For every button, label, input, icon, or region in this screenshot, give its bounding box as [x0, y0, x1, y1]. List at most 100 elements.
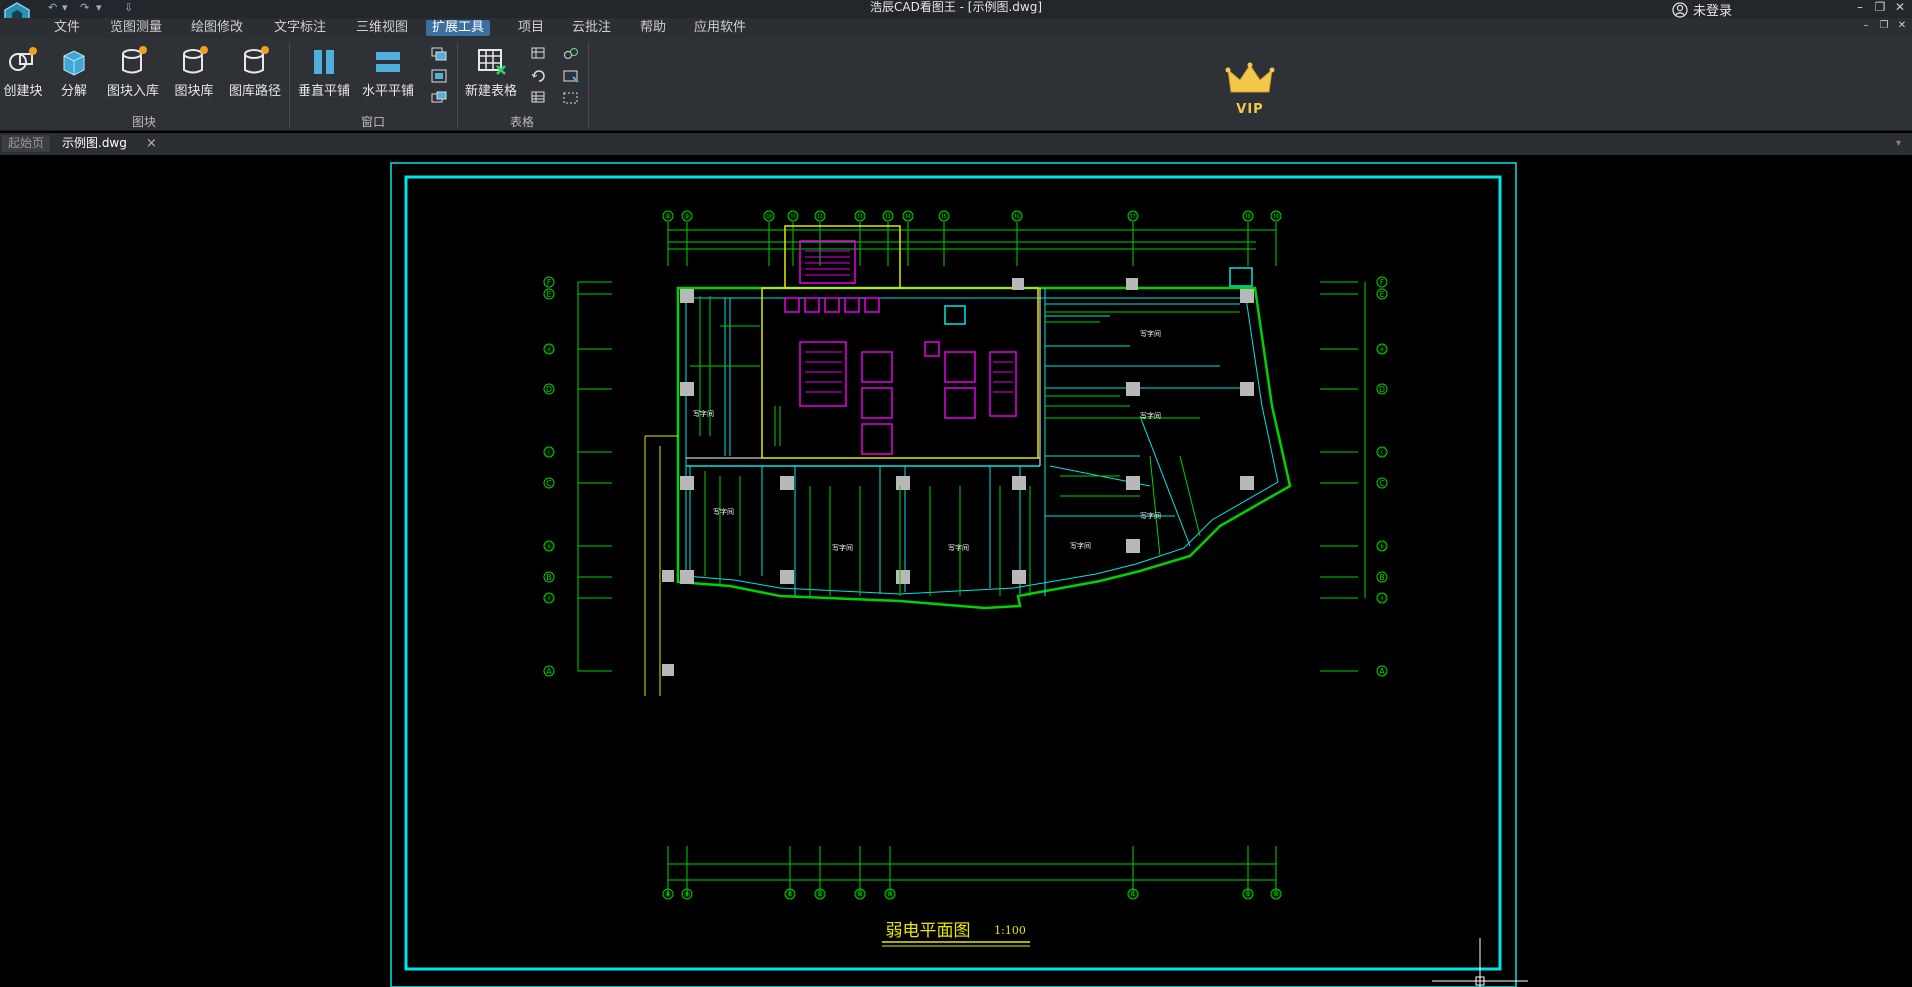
menu-file[interactable]: 文件: [48, 20, 86, 36]
svg-text:C: C: [546, 479, 552, 488]
menu-project[interactable]: 项目: [512, 20, 550, 36]
menu-view-measure[interactable]: 览图测量: [104, 20, 168, 36]
menu-3d-view[interactable]: 三维视图: [350, 20, 414, 36]
close-button[interactable]: ✕: [1890, 0, 1910, 14]
block-to-library-button[interactable]: 图块入库: [104, 44, 162, 99]
svg-text:⑪: ⑪: [786, 890, 794, 899]
tab-close-icon[interactable]: ×: [140, 135, 163, 152]
cursor-crosshair: [1432, 938, 1528, 987]
inner-frame: [404, 175, 1502, 971]
left-axis-bubbles: [543, 276, 555, 677]
create-block-button[interactable]: 创建块: [2, 44, 44, 99]
explode-label: 分解: [60, 84, 87, 99]
drawing-canvas[interactable]: 写字间 写字间 写字间 写字间 写字间 写字间 写字间 写字间 ⑧ ⑨ ⑩ ⑪ ⑫ ⑬…: [0, 156, 1912, 987]
svg-text:ⓐ: ⓐ: [545, 594, 553, 603]
vip-badge[interactable]: VIP: [1225, 62, 1275, 122]
menu-cloud-annotation[interactable]: 云批注: [566, 20, 617, 36]
svg-text:C: C: [1379, 479, 1385, 488]
svg-text:ⓒ: ⓒ: [1378, 448, 1386, 457]
restore-button[interactable]: ❐: [1870, 0, 1890, 14]
block-library-label: 图块库: [174, 84, 214, 99]
left-axis-labels: FE ⓓ D ⓒ C ⓑ B ⓐ A: [545, 278, 553, 676]
svg-text:⑬: ⑬: [856, 890, 864, 899]
menu-text-dimension[interactable]: 文字标注: [268, 20, 332, 36]
right-axis-labels: FE ⓓ D ⓒ C ⓑ B ⓐ A: [1378, 278, 1386, 676]
svg-text:ⓑ: ⓑ: [545, 542, 553, 551]
tile-horizontal-icon: [376, 52, 400, 72]
svg-text:B: B: [1379, 573, 1385, 582]
ribbon-separator: [588, 42, 589, 128]
block-to-library-icon: [122, 46, 147, 74]
new-table-label: 新建表格: [464, 84, 517, 99]
menu-apps[interactable]: 应用软件: [688, 20, 752, 36]
window-group-label: 窗口: [360, 115, 385, 129]
tile-horizontal-button[interactable]: 水平平铺: [360, 44, 416, 99]
crown-icon: [1225, 62, 1275, 93]
tile-vertical-button[interactable]: 垂直平铺: [296, 44, 352, 99]
switch-windows-icon[interactable]: [430, 90, 448, 106]
tab-example-dwg[interactable]: 示例图.dwg: [56, 135, 133, 152]
svg-text:E: E: [1379, 290, 1384, 299]
table-region-icon[interactable]: [562, 90, 580, 106]
drawing-scale: 1:100: [994, 924, 1026, 937]
block-library-button[interactable]: 图块库: [172, 44, 216, 99]
cad-drawing[interactable]: 写字间 写字间 写字间 写字间 写字间 写字间 写字间 写字间 ⑧ ⑨ ⑩ ⑪ ⑫ ⑬…: [0, 156, 1912, 987]
arrange-windows-icon[interactable]: [430, 68, 448, 84]
bottom-axis-bubbles: [662, 888, 1282, 900]
document-tabs: 起始页 示例图.dwg × ▾: [0, 133, 1912, 155]
menu-help[interactable]: 帮助: [634, 20, 672, 36]
room-label: 写字间: [1140, 511, 1161, 520]
table-link-icon[interactable]: [562, 46, 580, 62]
svg-text:⑰: ⑰: [1244, 890, 1252, 899]
library-path-label: 图库路径: [228, 84, 281, 99]
room-labels: 写字间 写字间 写字间 写字间 写字间 写字间 写字间 写字间: [693, 329, 1161, 552]
tile-horizontal-label: 水平平铺: [361, 84, 414, 99]
table-insert-icon[interactable]: [530, 46, 548, 62]
svg-text:ⓓ: ⓓ: [1378, 345, 1386, 354]
doc-minimize-button[interactable]: –: [1856, 20, 1876, 31]
svg-text:⑬: ⑬: [856, 212, 864, 221]
svg-text:⑯: ⑯: [1013, 212, 1021, 221]
minimize-button[interactable]: –: [1850, 0, 1870, 14]
login-button[interactable]: 未登录: [1672, 0, 1732, 19]
menu-draw-modify[interactable]: 绘图修改: [185, 20, 249, 36]
explode-button[interactable]: 分解: [56, 44, 92, 99]
table-select-icon[interactable]: [562, 68, 580, 84]
window-title: 浩辰CAD看图王 - [示例图.dwg]: [869, 0, 1042, 14]
svg-text:ⓒ: ⓒ: [545, 448, 553, 457]
room-label: 写字间: [1140, 411, 1161, 420]
svg-text:⑩: ⑩: [765, 212, 772, 221]
menu-bar: 文件 览图测量 绘图修改 文字标注 三维视图 扩展工具 项目 云批注 帮助 应用…: [0, 18, 1912, 38]
svg-text:⑲: ⑲: [1272, 212, 1280, 221]
tab-start-page[interactable]: 起始页: [2, 135, 51, 152]
vip-label: VIP: [1236, 102, 1264, 117]
svg-text:F: F: [1380, 278, 1385, 287]
svg-text:⑱: ⑱: [1272, 890, 1280, 899]
svg-text:ⓑ: ⓑ: [1378, 542, 1386, 551]
library-path-button[interactable]: 图库路径: [226, 44, 284, 99]
bottom-axis-labels: ⑧ ⑨ ⑪ ⑫ ⑬ ⑭ ⑯ ⑰ ⑱: [664, 890, 1280, 899]
room-label: 写字间: [713, 507, 734, 516]
svg-text:D: D: [1379, 385, 1385, 394]
svg-text:⑨: ⑨: [683, 890, 690, 899]
doc-restore-button[interactable]: ❐: [1874, 20, 1894, 31]
tile-vertical-label: 垂直平铺: [297, 84, 350, 99]
tab-list-dropdown-icon[interactable]: ▾: [1890, 135, 1907, 152]
new-table-button[interactable]: 新建表格: [462, 44, 520, 99]
svg-text:⑧: ⑧: [664, 890, 671, 899]
svg-text:⑭: ⑭: [886, 890, 894, 899]
explode-icon: [63, 50, 85, 76]
table-refresh-icon[interactable]: [530, 68, 548, 84]
doc-close-button[interactable]: ✕: [1892, 20, 1912, 31]
svg-text:ⓐ: ⓐ: [1378, 594, 1386, 603]
svg-text:A: A: [1379, 667, 1385, 676]
svg-text:⑨: ⑨: [683, 212, 690, 221]
outer-frame: [390, 162, 1517, 987]
building-outline: [644, 286, 1292, 696]
svg-text:F: F: [547, 278, 552, 287]
cascade-windows-icon[interactable]: [430, 46, 448, 62]
menu-extension-tools[interactable]: 扩展工具: [426, 20, 491, 36]
svg-text:⑪: ⑪: [789, 212, 797, 221]
table-export-icon[interactable]: [530, 90, 548, 106]
library-path-icon: [244, 46, 269, 74]
